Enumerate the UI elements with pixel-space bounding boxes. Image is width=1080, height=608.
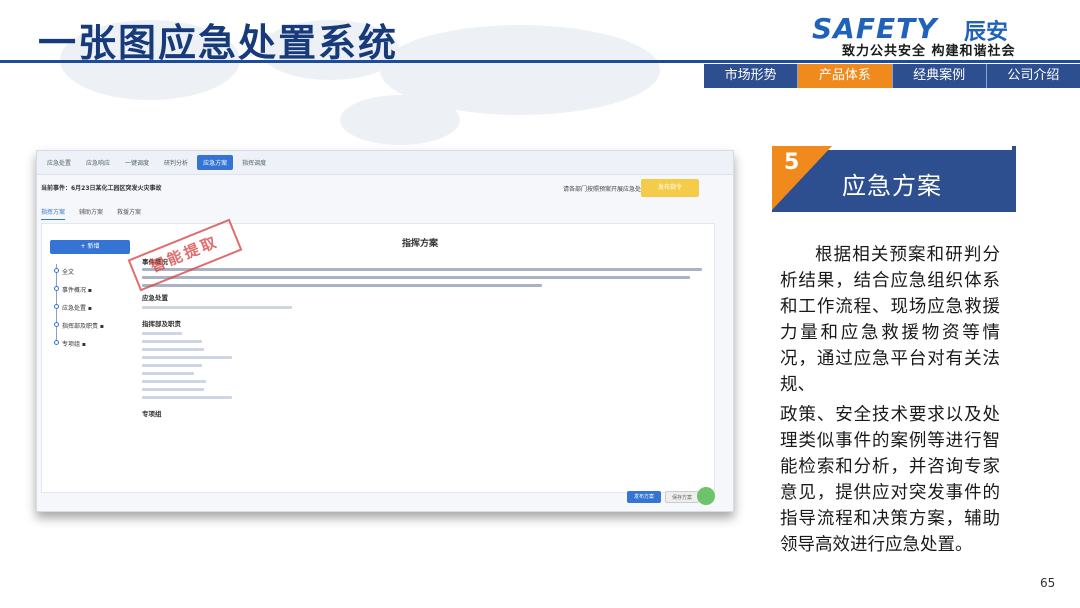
screenshot-tab: 应急响应 — [86, 160, 111, 167]
doc-text-line — [142, 340, 202, 343]
company-logo: SAFETY 辰安 致力公共安全 构建和谐社会 — [812, 10, 1052, 60]
screenshot-add-button: + 新增 — [50, 240, 130, 254]
section-description: 根据相关预案和研判分析结果，结合应急组织体系和工作流程、现场应急救援力量和应急救… — [780, 242, 1000, 558]
doc-text-line — [142, 372, 194, 375]
tree-item: 事件概况 ▪ — [62, 287, 92, 294]
badge-accent — [1012, 146, 1016, 212]
screenshot-tab-bar: 应急处置 应急响应 一键调度 研判分析 应急方案 指挥调度 — [37, 151, 733, 175]
badge-orange-corner — [772, 146, 832, 210]
section-title: 应急方案 — [842, 172, 942, 200]
tree-node-icon — [54, 304, 59, 309]
logo-slogan: 致力公共安全 构建和谐社会 — [842, 44, 1016, 59]
section-number: 5 — [784, 150, 800, 175]
nav-tab-market[interactable]: 市场形势 — [704, 64, 797, 88]
screenshot-tab: 应急处置 — [47, 160, 72, 167]
system-screenshot: 应急处置 应急响应 一键调度 研判分析 应急方案 指挥调度 当前事件：6月23日… — [36, 150, 734, 512]
top-navigation: 市场形势 产品体系 经典案例 公司介绍 — [704, 64, 1080, 88]
description-text: 根据相关预案和研判分析结果，结合应急组织体系和工作流程、现场应急救援力量和应急救… — [780, 245, 1000, 395]
doc-text-line — [142, 348, 204, 351]
tree-item: 应急处置 ▪ — [62, 305, 92, 312]
description-paragraph: 政策、安全技术要求以及处理类似事件的案例等进行智能检索和分析，并咨询专家意见，提… — [780, 402, 1000, 558]
tree-node-icon — [54, 268, 59, 273]
doc-text-line — [142, 306, 292, 309]
screenshot-green-circle-icon — [697, 487, 715, 505]
screenshot-tab: 指挥调度 — [242, 160, 267, 167]
title-divider — [0, 60, 1080, 63]
screenshot-subtab: 辅助方案 — [79, 209, 104, 216]
screenshot-save-button: 保存方案 — [665, 491, 699, 503]
screenshot-tab: 研判分析 — [164, 160, 189, 167]
tree-node-icon — [54, 340, 59, 345]
nav-tab-cases[interactable]: 经典案例 — [891, 64, 986, 88]
doc-text-line — [142, 284, 542, 287]
tree-item: 全文 — [62, 269, 75, 276]
doc-text-line — [142, 396, 232, 399]
doc-text-line — [142, 380, 206, 383]
description-paragraph: 根据相关预案和研判分析结果，结合应急组织体系和工作流程、现场应急救援力量和应急救… — [780, 242, 1000, 398]
nav-tab-company[interactable]: 公司介绍 — [985, 64, 1080, 88]
tree-item: 专项组 ▪ — [62, 341, 86, 348]
doc-heading: 指挥部及职责 — [142, 320, 181, 328]
screenshot-dept-line: 请各部门按照预案开展应急处置 — [563, 186, 648, 193]
doc-heading: 专项组 — [142, 410, 162, 418]
screenshot-doc-title: 指挥方案 — [402, 239, 439, 249]
tree-node-icon — [54, 322, 59, 327]
screenshot-tab: 一键调度 — [125, 160, 150, 167]
doc-text-line — [142, 388, 204, 391]
page-number: 65 — [1040, 576, 1056, 590]
doc-text-line — [142, 356, 232, 359]
doc-heading: 应急处置 — [142, 294, 168, 302]
screenshot-subtab-active: 指挥方案 — [41, 207, 66, 220]
screenshot-publish-button: 发布方案 — [627, 491, 661, 503]
smart-extract-stamp: 智能提取 — [127, 218, 243, 292]
screenshot-event-line: 当前事件：6月23日某化工园区突发火灾事故 — [41, 185, 162, 192]
doc-text-line — [142, 364, 202, 367]
screenshot-yellow-button: 发布指令 — [641, 179, 699, 197]
screenshot-subtabs: 指挥方案 辅助方案 救援方案 — [41, 207, 141, 220]
screenshot-subtab: 救援方案 — [117, 209, 142, 216]
tree-item: 指挥部及职责 ▪ — [62, 323, 104, 330]
section-badge: 5 应急方案 — [772, 146, 1018, 212]
doc-text-line — [142, 268, 702, 271]
screenshot-tab-active: 应急方案 — [197, 155, 234, 170]
doc-text-line — [142, 276, 690, 279]
page-title: 一张图应急处置系统 — [38, 21, 399, 65]
screenshot-content-panel: + 新增 全文 事件概况 ▪ 应急处置 ▪ 指挥部及职责 ▪ 专项组 ▪ 指挥方… — [41, 218, 715, 493]
doc-text-line — [142, 332, 182, 335]
nav-tab-products[interactable]: 产品体系 — [797, 64, 892, 88]
description-text: 政策、安全技术要求以及处理类似事件的案例等进行智能检索和分析，并咨询专家意见，提… — [780, 405, 1000, 555]
tree-node-icon — [54, 286, 59, 291]
